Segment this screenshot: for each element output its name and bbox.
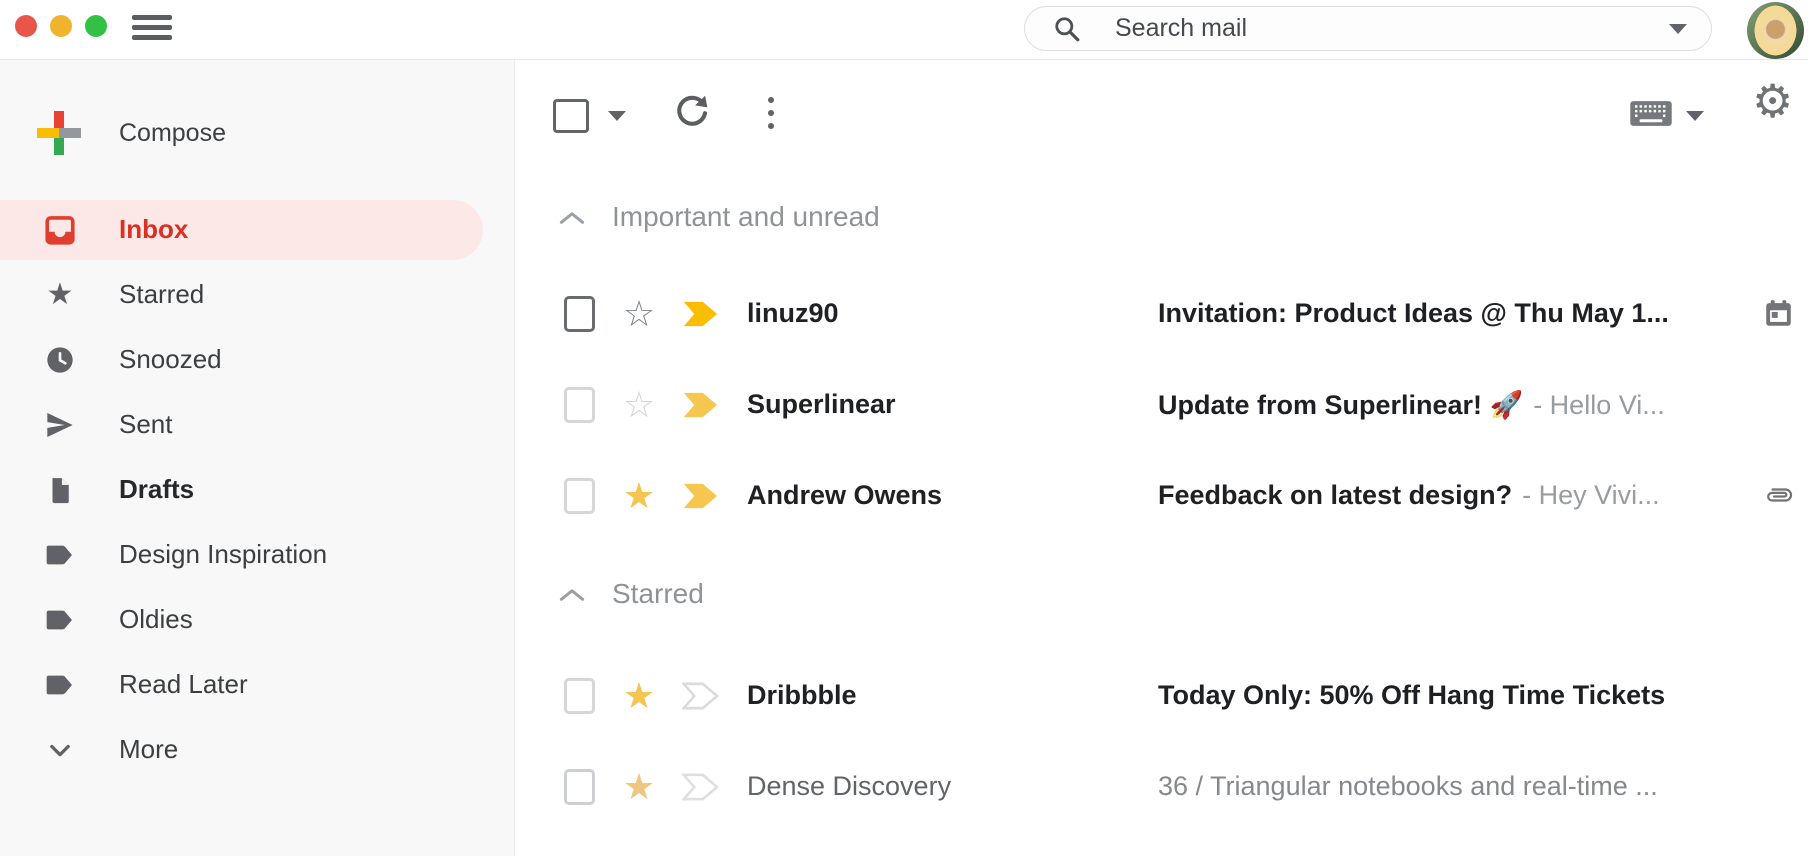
sidebar-item-label: Starred	[119, 279, 204, 310]
more-options-icon[interactable]	[768, 97, 774, 129]
label-icon	[43, 668, 77, 702]
email-snippet: - Hey Vivi...	[1522, 480, 1660, 511]
importance-marker-icon[interactable]	[682, 300, 720, 328]
hamburger-menu-icon[interactable]	[132, 15, 172, 40]
email-sender: Dribbble	[747, 680, 1147, 711]
file-icon	[43, 473, 77, 507]
sidebar-item-starred[interactable]: ★ Starred	[0, 262, 514, 327]
settings-gear-icon[interactable]: ⚙	[1752, 78, 1793, 124]
star-toggle-icon[interactable]: ★	[617, 478, 661, 514]
importance-marker-icon[interactable]	[682, 482, 720, 510]
email-sender: linuz90	[747, 298, 1147, 329]
search-bar[interactable]	[1024, 6, 1712, 51]
select-all-checkbox[interactable]	[553, 99, 589, 133]
email-sender: Superlinear	[747, 389, 1147, 420]
close-button[interactable]	[15, 15, 37, 37]
collapse-chevron-icon[interactable]	[558, 209, 586, 226]
email-subject-area: Invitation: Product Ideas @ Thu May 1...	[1158, 298, 1762, 329]
email-row[interactable]: ★ Andrew Owens Feedback on latest design…	[516, 450, 1808, 541]
email-subject: Feedback on latest design?	[1158, 480, 1512, 511]
collapse-chevron-icon[interactable]	[558, 586, 586, 603]
importance-marker-icon[interactable]	[682, 682, 720, 710]
email-row[interactable]: ★ Dribbble Today Only: 50% Off Hang Time…	[516, 650, 1808, 741]
row-checkbox[interactable]	[564, 769, 595, 805]
star-toggle-icon[interactable]: ☆	[617, 387, 661, 423]
section-header-important[interactable]: Important and unread	[516, 188, 1808, 246]
section-title: Important and unread	[612, 201, 880, 233]
calendar-icon	[1762, 298, 1794, 329]
titlebar	[0, 0, 1808, 60]
importance-marker-icon[interactable]	[682, 773, 720, 801]
star-toggle-icon[interactable]: ★	[617, 678, 661, 714]
sidebar-item-inbox[interactable]: Inbox	[0, 200, 483, 260]
chevron-down-icon	[43, 733, 77, 767]
user-avatar[interactable]	[1747, 2, 1804, 59]
email-subject: Invitation: Product Ideas @ Thu May 1...	[1158, 298, 1669, 329]
gmail-window: Compose Inbox ★ Starred	[0, 0, 1808, 856]
keyboard-caret-icon[interactable]	[1686, 111, 1704, 121]
send-icon	[43, 408, 77, 442]
search-icon	[1053, 15, 1081, 43]
email-subject: Today Only: 50% Off Hang Time Tickets	[1158, 680, 1665, 711]
star-toggle-icon[interactable]: ☆	[617, 296, 661, 332]
sidebar-item-label: Oldies	[119, 604, 193, 635]
row-checkbox[interactable]	[564, 678, 595, 714]
mail-pane: ⚙ Important and unread ☆ linuz90 Invitat…	[516, 60, 1808, 856]
email-sender: Dense Discovery	[747, 771, 1147, 802]
sidebar-item-design-inspiration[interactable]: Design Inspiration	[0, 522, 514, 587]
section-header-starred[interactable]: Starred	[516, 565, 1808, 623]
sidebar-item-label: Drafts	[119, 474, 194, 505]
star-toggle-icon[interactable]: ★	[617, 769, 661, 805]
sidebar-item-label: Design Inspiration	[119, 539, 327, 570]
mail-toolbar: ⚙	[516, 60, 1808, 145]
label-icon	[43, 538, 77, 572]
email-subject-area: 36 / Triangular notebooks and real-time …	[1158, 771, 1762, 802]
sidebar-item-read-later[interactable]: Read Later	[0, 652, 514, 717]
refresh-icon[interactable]	[673, 93, 711, 131]
sidebar-item-drafts[interactable]: Drafts	[0, 457, 514, 522]
star-icon: ★	[43, 278, 77, 312]
sidebar-item-oldies[interactable]: Oldies	[0, 587, 514, 652]
email-subject-area: Feedback on latest design? - Hey Vivi...	[1158, 480, 1762, 511]
search-input[interactable]	[1113, 13, 1669, 44]
sidebar-item-label: More	[119, 734, 178, 765]
section-title: Starred	[612, 578, 704, 610]
email-subject-area: Update from Superlinear! 🚀 - Hello Vi...	[1158, 389, 1762, 421]
select-options-caret-icon[interactable]	[608, 111, 626, 121]
email-subject: 36 / Triangular notebooks and real-time …	[1158, 771, 1658, 802]
keyboard-icon[interactable]	[1629, 99, 1673, 128]
sidebar: Compose Inbox ★ Starred	[0, 60, 515, 856]
compose-label: Compose	[119, 119, 226, 148]
clock-icon	[43, 343, 77, 377]
minimize-button[interactable]	[50, 15, 72, 37]
email-row[interactable]: ☆ linuz90 Invitation: Product Ideas @ Th…	[516, 268, 1808, 359]
row-checkbox[interactable]	[564, 387, 595, 423]
paperclip-icon	[1762, 485, 1794, 507]
email-snippet: - Hello Vi...	[1533, 390, 1665, 421]
sidebar-item-sent[interactable]: Sent	[0, 392, 514, 457]
importance-marker-icon[interactable]	[682, 391, 720, 419]
inbox-icon	[43, 213, 77, 247]
sidebar-item-more[interactable]: More	[0, 717, 514, 782]
email-subject: Update from Superlinear! 🚀	[1158, 389, 1523, 421]
label-icon	[43, 603, 77, 637]
sidebar-item-label: Inbox	[119, 214, 188, 245]
sidebar-item-label: Sent	[119, 409, 173, 440]
sidebar-nav: Inbox ★ Starred Snoozed	[0, 197, 514, 782]
row-checkbox[interactable]	[564, 478, 595, 514]
email-sender: Andrew Owens	[747, 480, 1147, 511]
sidebar-item-snoozed[interactable]: Snoozed	[0, 327, 514, 392]
email-row[interactable]: ★ Dense Discovery 36 / Triangular notebo…	[516, 741, 1808, 832]
compose-button[interactable]: Compose	[0, 103, 226, 163]
row-checkbox[interactable]	[564, 296, 595, 332]
zoom-button[interactable]	[85, 15, 107, 37]
sidebar-item-label: Snoozed	[119, 344, 222, 375]
sidebar-item-label: Read Later	[119, 669, 248, 700]
search-options-caret-icon[interactable]	[1669, 24, 1687, 34]
email-row[interactable]: ☆ Superlinear Update from Superlinear! 🚀…	[516, 359, 1808, 450]
compose-plus-icon	[37, 111, 81, 155]
email-subject-area: Today Only: 50% Off Hang Time Tickets	[1158, 680, 1762, 711]
